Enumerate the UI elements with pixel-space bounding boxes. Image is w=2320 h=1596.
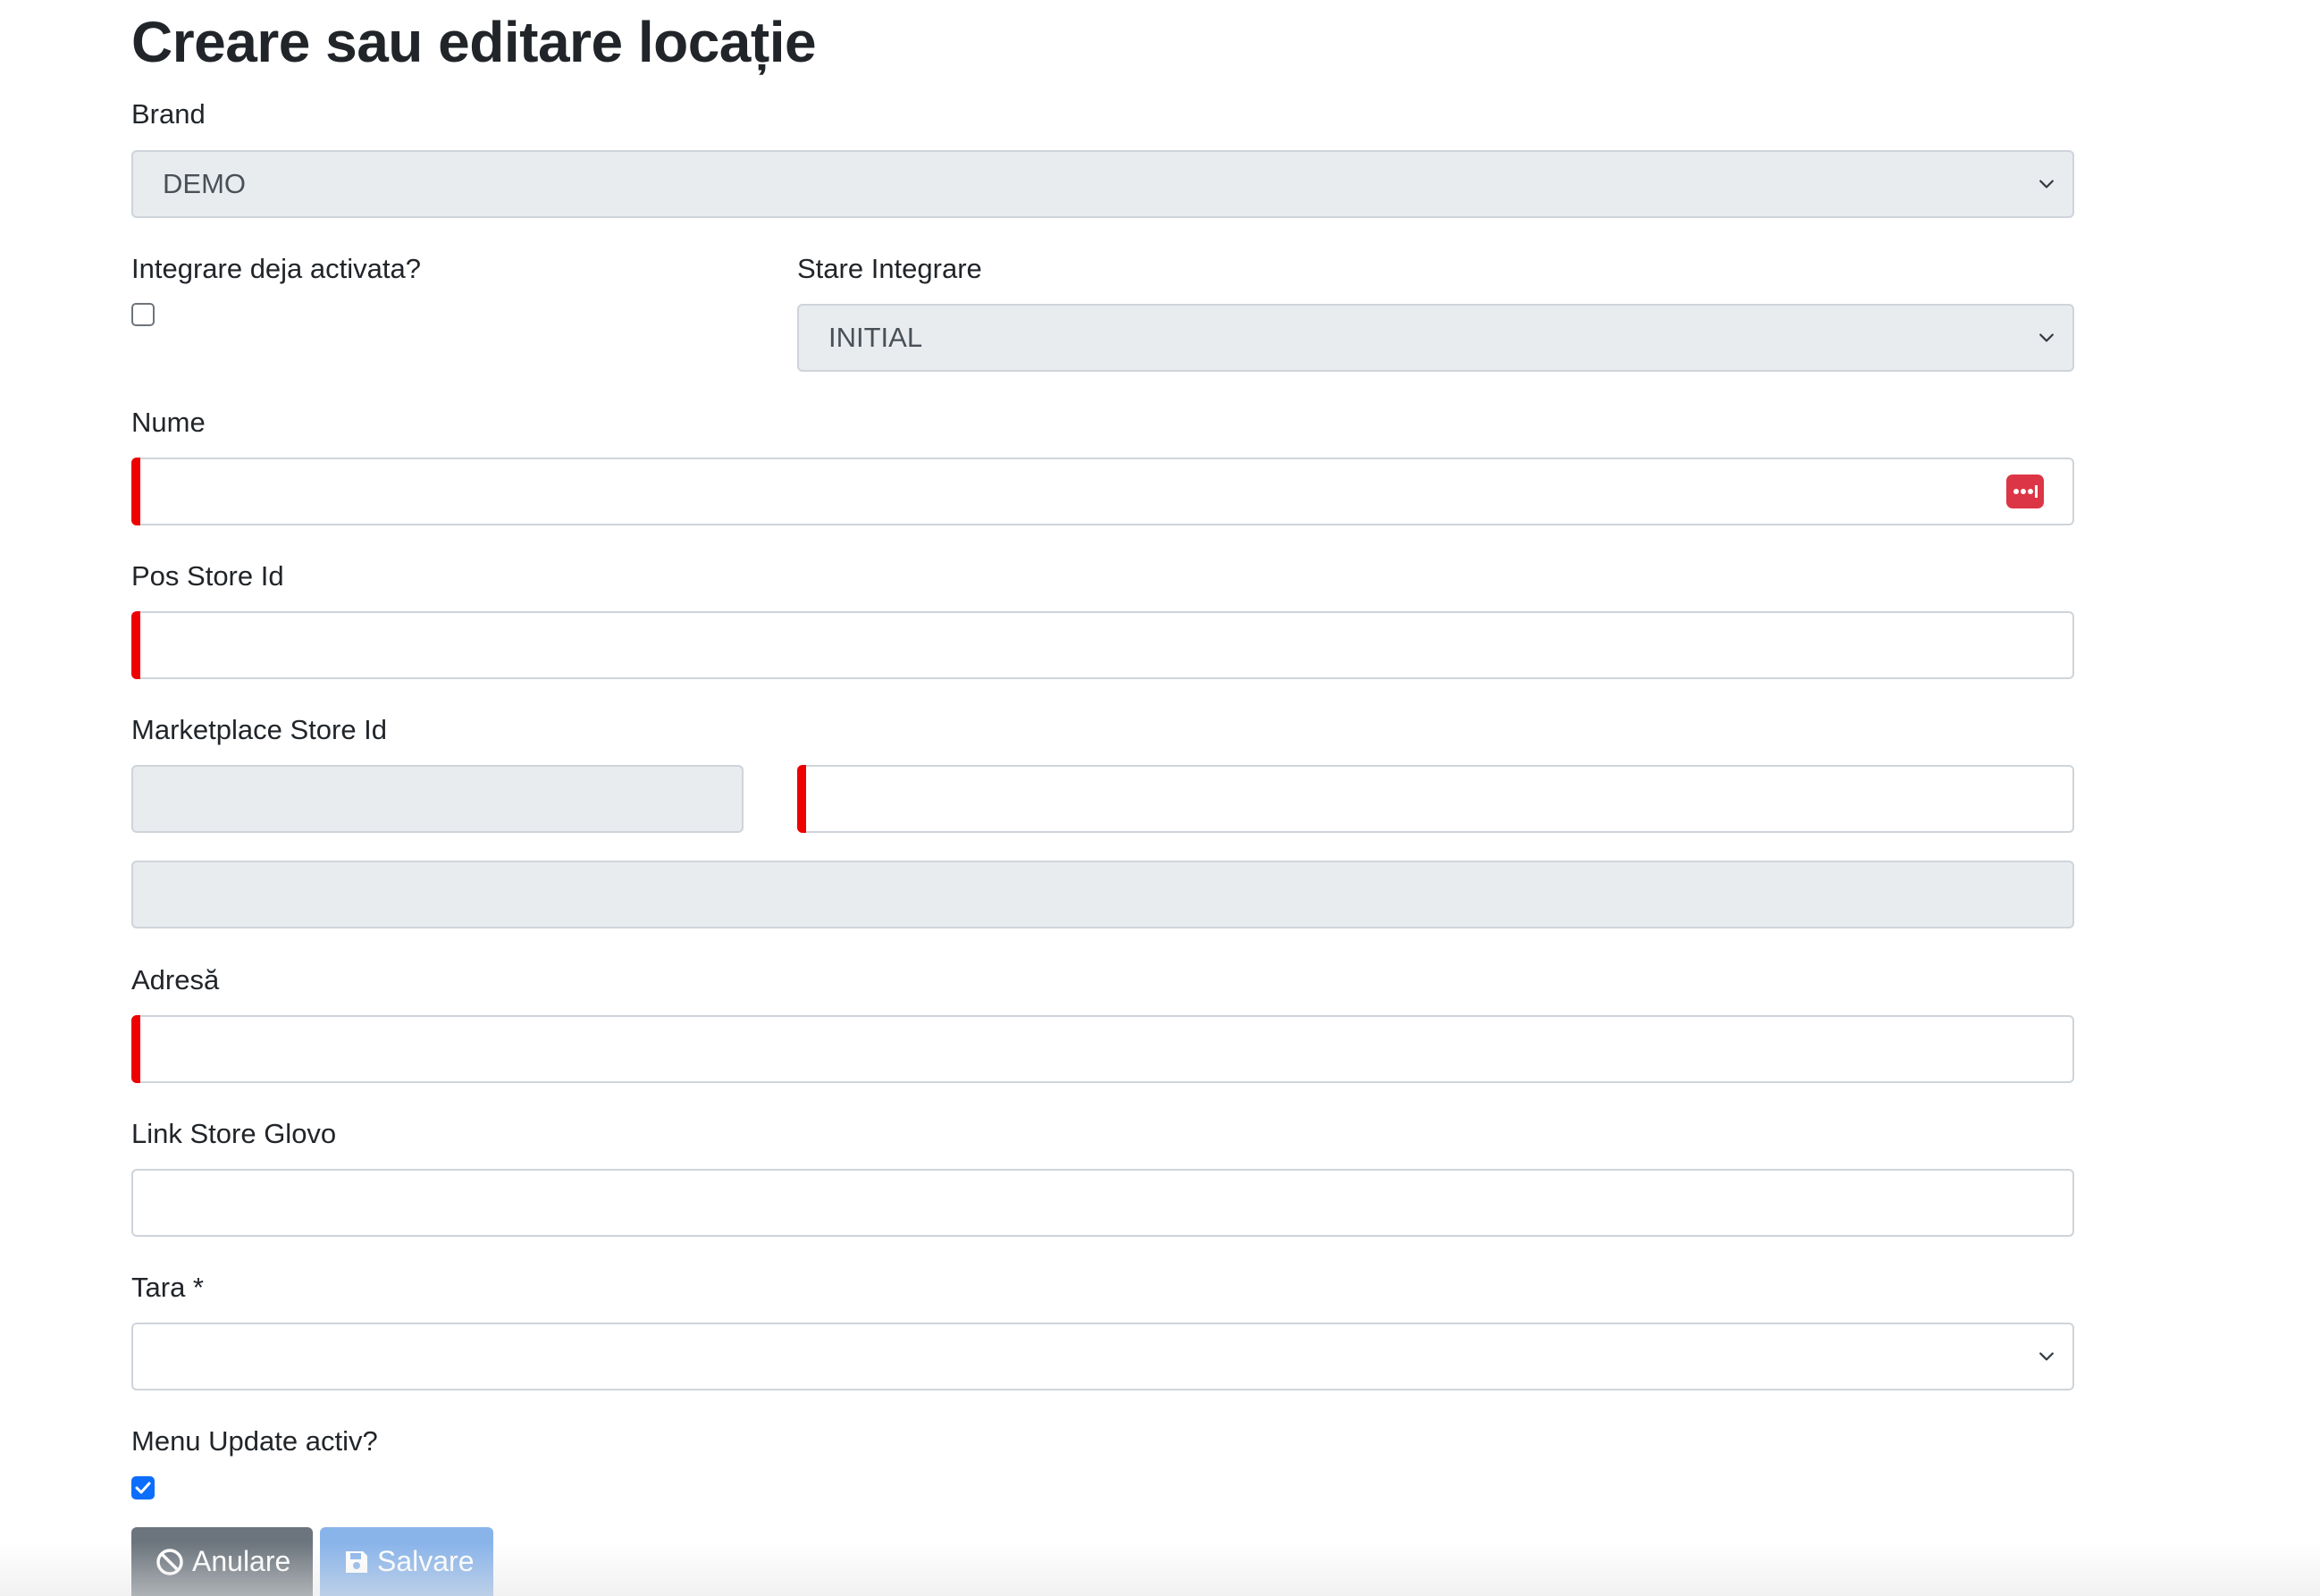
chevron-down-icon (2039, 333, 2054, 342)
glovo-link-label: Link Store Glovo (131, 1118, 337, 1149)
marketplace-store-id-prefix-field (131, 765, 744, 833)
glovo-link-input[interactable] (131, 1169, 2074, 1237)
save-button[interactable]: Salvare (320, 1527, 493, 1596)
integration-state-label: Stare Integrare (797, 253, 982, 284)
floppy-disk-icon (346, 1550, 367, 1573)
pos-store-id-label: Pos Store Id (131, 560, 284, 592)
country-label: Tara * (131, 1272, 204, 1303)
name-input[interactable] (131, 458, 2074, 525)
password-manager-icon[interactable] (2006, 475, 2044, 508)
country-select[interactable] (131, 1323, 2074, 1390)
brand-select-value: DEMO (163, 168, 246, 199)
brand-label: Brand (131, 98, 206, 130)
menu-update-checkbox[interactable] (131, 1476, 155, 1499)
save-button-label: Salvare (377, 1545, 475, 1577)
page: Creare sau editare locație Brand DEMO In… (0, 0, 2320, 1596)
marketplace-store-id-extra-field (131, 861, 2074, 928)
integration-activated-label: Integrare deja activata? (131, 253, 421, 284)
page-title: Creare sau editare locație (131, 10, 817, 74)
marketplace-store-id-label: Marketplace Store Id (131, 714, 388, 745)
integration-activated-checkbox[interactable] (131, 303, 155, 326)
address-label: Adresă (131, 964, 220, 995)
menu-update-label: Menu Update activ? (131, 1425, 378, 1457)
address-input[interactable] (131, 1015, 2074, 1083)
brand-select[interactable]: DEMO (131, 150, 2074, 218)
cancel-button[interactable]: Anulare (131, 1527, 313, 1596)
cancel-button-label: Anulare (192, 1545, 291, 1577)
ban-icon (156, 1548, 183, 1575)
integration-state-select[interactable]: INITIAL (797, 304, 2074, 372)
chevron-down-icon (2039, 180, 2054, 189)
pos-store-id-input[interactable] (131, 611, 2074, 679)
checkmark-icon (135, 1482, 151, 1494)
marketplace-store-id-input[interactable] (797, 765, 2074, 833)
name-label: Nume (131, 407, 206, 438)
integration-state-value: INITIAL (828, 322, 923, 353)
chevron-down-icon (2039, 1352, 2054, 1361)
